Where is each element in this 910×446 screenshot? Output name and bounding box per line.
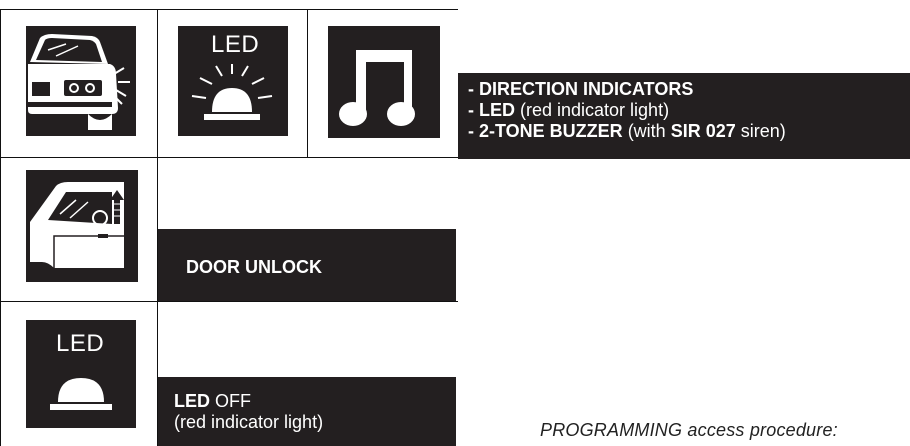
door-unlock-label: DOOR UNLOCK <box>186 257 322 277</box>
led-off-icon: LED <box>26 320 136 428</box>
buzzer-label: 2-TONE BUZZER <box>479 121 623 141</box>
door-unlock-icon <box>26 170 138 282</box>
buzzer-with: (with <box>622 121 671 141</box>
door-unlock-panel: DOOR UNLOCK <box>158 229 456 301</box>
signal-line-direction: - DIRECTION INDICATORS <box>468 79 786 100</box>
led-off-panel: LED OFF (red indicator light) <box>158 377 456 446</box>
music-note-icon <box>328 26 440 138</box>
car-front-icon <box>26 26 136 136</box>
grid-row-line-2 <box>0 301 458 302</box>
grid-left-line <box>0 9 1 446</box>
buzzer-end: siren) <box>735 121 786 141</box>
programming-procedure-heading: PROGRAMMING access procedure: <box>540 420 838 440</box>
led-label-bold: LED <box>479 100 515 120</box>
signal-line-led: - LED (red indicator light) <box>468 100 786 121</box>
led-flashing-icon: LED <box>178 26 288 136</box>
led-off-line: LED OFF <box>174 391 323 412</box>
dash: - <box>468 100 479 120</box>
led-off-description: (red indicator light) <box>174 412 324 432</box>
dash: - <box>468 121 479 141</box>
grid-row-line-1 <box>0 157 458 158</box>
led-description: (red indicator light) <box>515 100 670 120</box>
signal-line-buzzer: - 2-TONE BUZZER (with SIR 027 siren) <box>468 121 786 142</box>
siren-model: SIR 027 <box>670 121 736 141</box>
dash: - <box>468 79 479 99</box>
led-off-bold: LED <box>174 391 210 411</box>
direction-indicators-label: DIRECTION INDICATORS <box>479 79 694 99</box>
led-off-rest: OFF <box>210 391 251 411</box>
grid-divider-2 <box>307 9 308 158</box>
grid-top-line <box>0 9 458 10</box>
signals-panel: - DIRECTION INDICATORS - LED (red indica… <box>458 73 910 159</box>
